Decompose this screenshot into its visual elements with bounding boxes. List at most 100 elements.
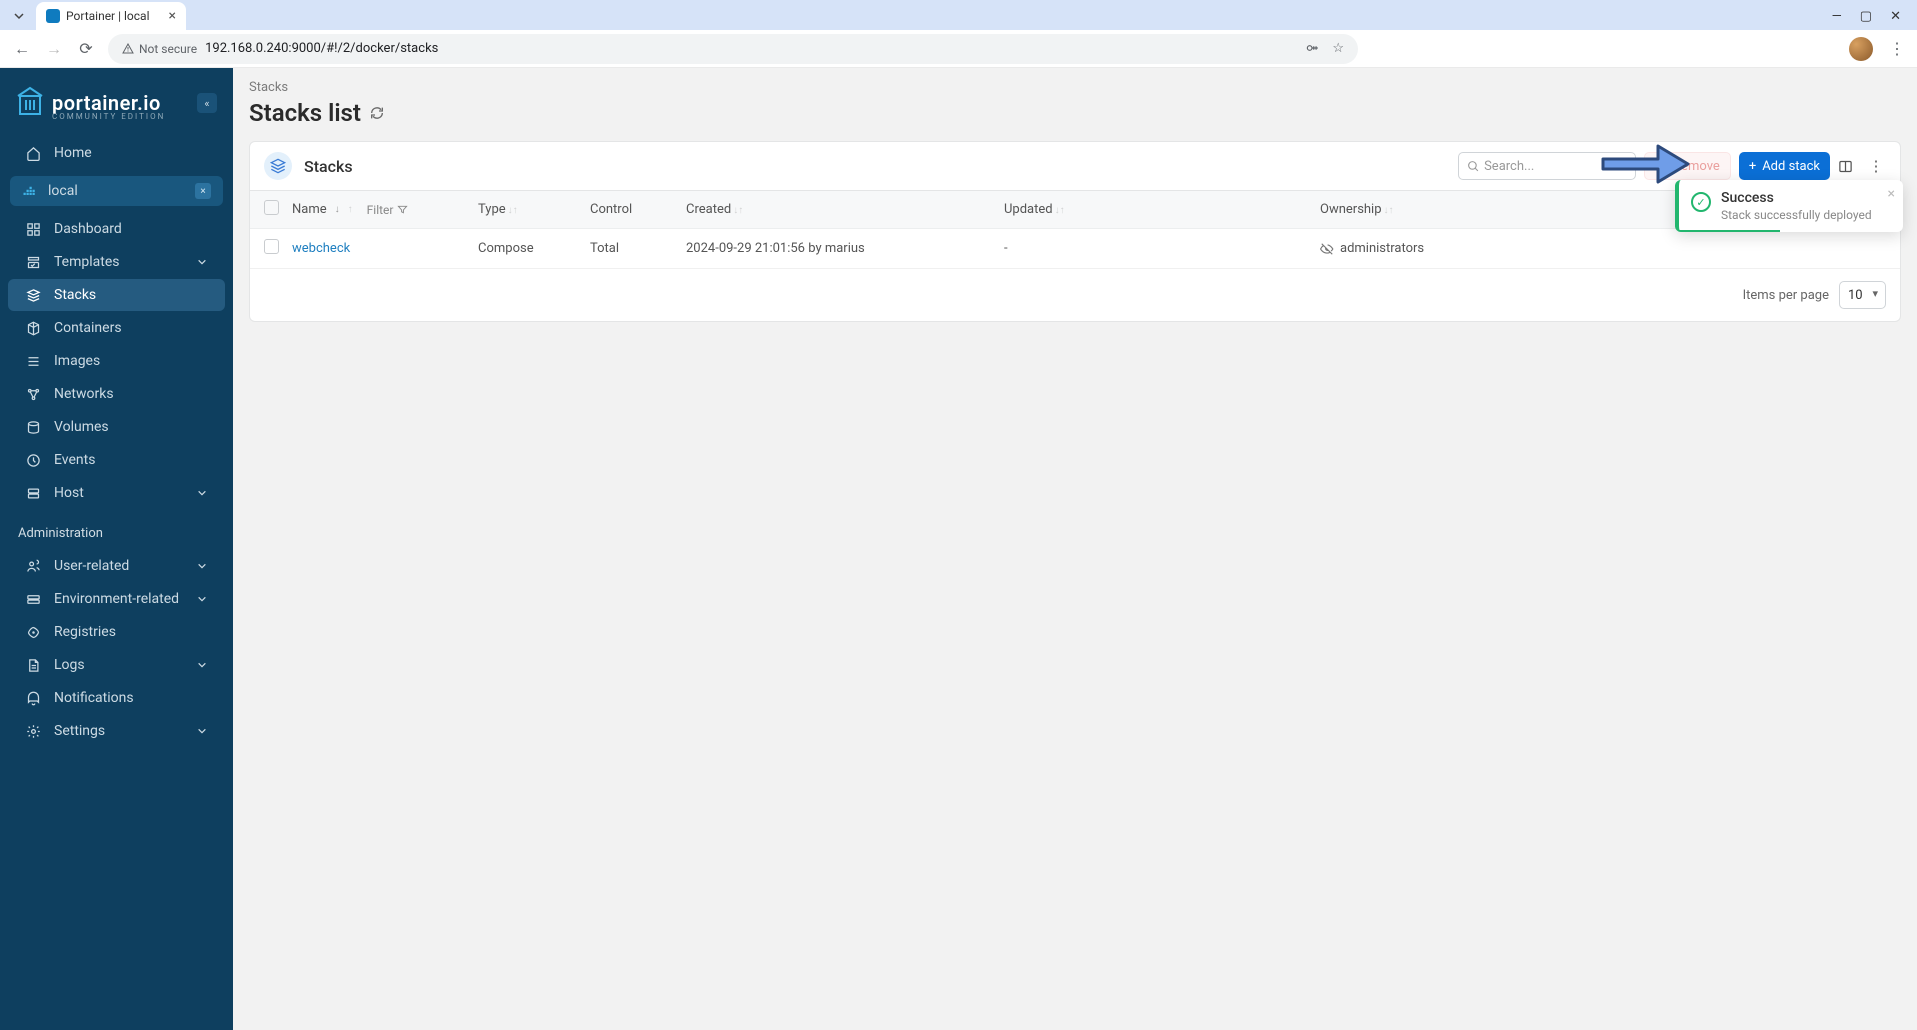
row-checkbox[interactable] (264, 239, 279, 254)
table-header: Name ↓↑ Filter Type↓↑ Control Created↓↑ … (250, 190, 1900, 229)
sidebar-admin-user-related[interactable]: User-related (8, 550, 225, 582)
env-close-icon[interactable]: × (195, 183, 211, 199)
home-icon (26, 146, 42, 161)
reload-icon[interactable]: ⟳ (76, 39, 96, 58)
page-title: Stacks list (249, 99, 1901, 127)
sidebar-item-label: Notifications (54, 690, 134, 706)
stacks-panel-icon (264, 152, 292, 180)
success-toast: ✓ Success Stack successfully deployed × (1675, 180, 1903, 232)
sidebar-item-host[interactable]: Host (8, 477, 225, 509)
sidebar-item-home[interactable]: Home (8, 137, 225, 169)
browser-menu-icon[interactable]: ⋮ (1889, 39, 1905, 58)
add-stack-button[interactable]: + Add stack (1739, 152, 1830, 180)
columns-icon[interactable] (1838, 159, 1858, 174)
sidebar-item-label: Logs (54, 657, 85, 673)
toast-close-icon[interactable]: × (1888, 186, 1895, 202)
check-circle-icon: ✓ (1691, 192, 1711, 212)
stacks-icon (26, 288, 42, 303)
sidebar-item-label: Stacks (54, 287, 96, 303)
not-secure-badge[interactable]: Not secure (122, 42, 197, 56)
containers-icon (26, 321, 42, 336)
toast-progress (1679, 230, 1780, 232)
search-icon (1467, 160, 1480, 173)
col-created[interactable]: Created↓↑ (686, 202, 1004, 217)
tab-dropdown-icon[interactable] (8, 5, 30, 27)
host-icon (26, 486, 42, 501)
back-icon[interactable]: ← (12, 39, 32, 59)
cell-ownership: administrators (1320, 241, 1886, 256)
portainer-logo-icon (16, 86, 44, 120)
registries-icon (26, 625, 42, 640)
sidebar-item-label: Environment-related (54, 591, 179, 607)
sidebar-item-images[interactable]: Images (8, 345, 225, 377)
env-chip[interactable]: local × (10, 176, 223, 206)
chevron-down-icon (197, 726, 207, 736)
sidebar: portainer.io COMMUNITY EDITION « Home lo… (0, 68, 233, 1030)
sidebar-admin-settings[interactable]: Settings (8, 715, 225, 747)
sidebar-item-label: Images (54, 353, 100, 369)
sidebar-item-label: Events (54, 452, 95, 468)
col-control[interactable]: Control (590, 202, 686, 217)
minimize-icon[interactable]: — (1832, 9, 1842, 24)
select-all-checkbox[interactable] (264, 200, 279, 215)
search-input[interactable]: Search... × (1458, 152, 1636, 180)
breadcrumb[interactable]: Stacks (249, 80, 1901, 95)
filter-icon (397, 204, 408, 215)
address-bar[interactable]: Not secure 192.168.0.240:9000/#!/2/docke… (108, 34, 1358, 64)
page-size-select[interactable]: 10 (1839, 281, 1886, 309)
col-name[interactable]: Name ↓↑ Filter (292, 202, 478, 217)
col-type[interactable]: Type↓↑ (478, 202, 590, 217)
sidebar-item-dashboard[interactable]: Dashboard (8, 213, 225, 245)
toast-title: Success (1721, 190, 1872, 206)
sidebar-item-containers[interactable]: Containers (8, 312, 225, 344)
browser-toolbar: ← → ⟳ Not secure 192.168.0.240:9000/#!/2… (0, 30, 1917, 68)
panel-menu-icon[interactable]: ⋮ (1866, 157, 1886, 175)
sidebar-item-stacks[interactable]: Stacks (8, 279, 225, 311)
items-per-page-label: Items per page (1743, 288, 1829, 303)
browser-tab[interactable]: Portainer | local × (36, 2, 186, 30)
favicon-icon (46, 9, 60, 23)
sidebar-item-label: Settings (54, 723, 105, 739)
sidebar-item-label: Dashboard (54, 221, 122, 237)
sidebar-admin-registries[interactable]: Registries (8, 616, 225, 648)
sidebar-admin-environment-related[interactable]: Environment-related (8, 583, 225, 615)
images-icon (26, 354, 42, 369)
refresh-icon[interactable] (369, 105, 385, 121)
sidebar-item-networks[interactable]: Networks (8, 378, 225, 410)
sidebar-logo[interactable]: portainer.io COMMUNITY EDITION « (0, 76, 233, 136)
close-window-icon[interactable]: ✕ (1890, 9, 1901, 24)
profile-avatar[interactable] (1849, 37, 1873, 61)
sidebar-item-label: Volumes (54, 419, 109, 435)
maximize-icon[interactable]: ▢ (1860, 9, 1872, 24)
sidebar-item-volumes[interactable]: Volumes (8, 411, 225, 443)
cell-control: Total (590, 241, 686, 256)
sidebar-collapse-icon[interactable]: « (197, 93, 217, 113)
sidebar-admin-notifications[interactable]: Notifications (8, 682, 225, 714)
sidebar-item-label: Containers (54, 320, 122, 336)
filter-button[interactable]: Filter (367, 203, 409, 217)
sidebar-item-events[interactable]: Events (8, 444, 225, 476)
star-icon[interactable]: ☆ (1332, 41, 1344, 56)
dashboard-icon (26, 222, 42, 237)
sidebar-item-templates[interactable]: Templates (8, 246, 225, 278)
events-icon (26, 453, 42, 468)
col-updated[interactable]: Updated↓↑ (1004, 202, 1320, 217)
brand-edition: COMMUNITY EDITION (52, 112, 165, 121)
templates-icon (26, 255, 42, 270)
chevron-down-icon (197, 660, 207, 670)
search-clear-icon[interactable]: × (1620, 159, 1627, 174)
tab-close-icon[interactable]: × (169, 8, 176, 24)
key-icon[interactable] (1304, 41, 1320, 56)
forward-icon: → (44, 39, 64, 59)
notifications-icon (26, 691, 42, 706)
sidebar-admin-logs[interactable]: Logs (8, 649, 225, 681)
cell-created: 2024-09-29 21:01:56 by marius (686, 241, 1004, 256)
sidebar-item-label: Home (54, 145, 92, 161)
browser-titlebar: Portainer | local × — ▢ ✕ (0, 0, 1917, 30)
settings-icon (26, 724, 42, 739)
users-icon (26, 559, 42, 574)
sidebar-item-label: Templates (54, 254, 120, 270)
toast-body: Stack successfully deployed (1721, 208, 1872, 222)
stack-name-link[interactable]: webcheck (292, 241, 350, 256)
plus-icon: + (1749, 159, 1756, 174)
